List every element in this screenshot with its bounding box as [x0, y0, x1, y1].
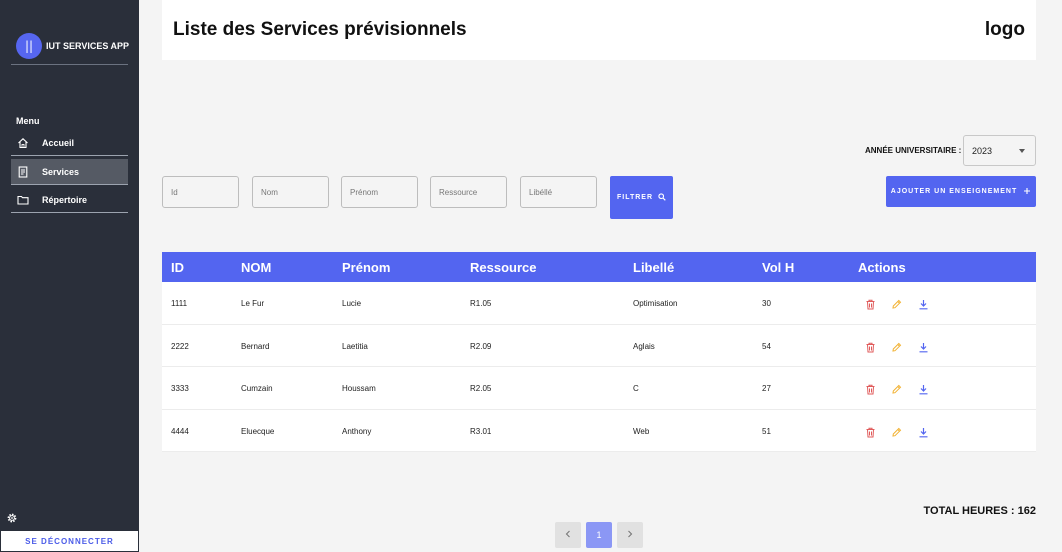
cell-nom: Cumzain — [241, 384, 273, 393]
folder-icon — [17, 194, 29, 206]
cell-nom: Eluecque — [241, 426, 275, 436]
year-label: ANNÉE UNIVERSITAIRE : — [865, 146, 962, 155]
cell-libelle: Web — [633, 426, 650, 436]
cell-vol: 54 — [762, 341, 771, 351]
cell-prenom: Lucie — [342, 299, 362, 308]
cell-ressource: R2.05 — [470, 384, 492, 393]
page-title: Liste des Services prévisionnels — [173, 19, 467, 40]
nom-filter-input[interactable] — [252, 176, 329, 208]
table-row: 3333 Cumzain Houssam R2.05 C 27 — [162, 367, 1036, 410]
pencil-icon[interactable] — [891, 425, 902, 437]
app-name: IUT SERVICES APP — [46, 41, 130, 51]
column-header-libelle: Libellé — [633, 260, 675, 275]
page-header: Liste des Services prévisionnels logo — [162, 0, 1036, 60]
sidebar-item-repertoire[interactable]: Répertoire — [11, 187, 128, 213]
add-course-button[interactable]: AJOUTER UN ENSEIGNEMENT — [886, 176, 1036, 207]
brand-avatar: || — [16, 33, 42, 59]
total-hours: TOTAL HEURES : 162 — [923, 505, 1036, 517]
cell-id: 3333 — [171, 384, 189, 393]
cell-vol: 30 — [762, 299, 771, 308]
cell-ressource: R2.09 — [470, 341, 492, 351]
gear-icon[interactable] — [6, 511, 18, 523]
download-icon[interactable] — [918, 297, 929, 310]
download-icon[interactable] — [918, 425, 929, 437]
table-header: ID NOM Prénom Ressource Libellé Vol H Ac… — [162, 252, 1036, 282]
cell-prenom: Anthony — [342, 426, 372, 436]
trash-icon[interactable] — [865, 297, 876, 310]
sidebar: || IUT SERVICES APP Menu Accueil Service… — [0, 0, 139, 552]
divider — [11, 64, 128, 65]
cell-nom: Le Fur — [241, 299, 265, 308]
sidebar-item-label: Services — [42, 166, 80, 177]
add-button-label: AJOUTER UN ENSEIGNEMENT — [890, 188, 1018, 195]
table-row: 2222 Bernard Laetitia R2.09 Aglais 54 — [162, 324, 1036, 367]
trash-icon[interactable] — [865, 382, 876, 395]
column-header-vol: Vol H — [762, 260, 795, 275]
cell-vol: 51 — [762, 426, 771, 436]
cell-ressource: R3.01 — [470, 426, 492, 436]
cell-id: 2222 — [171, 341, 189, 351]
table-row: 4444 Eluecque Anthony R3.01 Web 51 — [162, 409, 1036, 452]
services-table: ID NOM Prénom Ressource Libellé Vol H Ac… — [162, 252, 1036, 452]
cell-libelle: Aglais — [633, 341, 655, 351]
menu-title: Menu — [16, 116, 40, 126]
cell-libelle: C — [633, 384, 639, 393]
ressource-filter-input[interactable] — [430, 176, 507, 208]
column-header-id: ID — [171, 260, 184, 275]
id-filter-input[interactable] — [162, 176, 239, 208]
column-header-ressource: Ressource — [470, 260, 537, 275]
sidebar-item-services[interactable]: Services — [11, 159, 128, 185]
prev-page-button[interactable] — [555, 522, 581, 548]
trash-icon[interactable] — [865, 425, 876, 437]
plus-icon — [1023, 187, 1031, 197]
pencil-icon[interactable] — [891, 340, 902, 352]
home-icon — [17, 137, 29, 149]
table-row: 1111 Le Fur Lucie R1.05 Optimisation 30 — [162, 282, 1036, 325]
column-header-nom: NOM — [241, 260, 272, 275]
filter-button[interactable]: FILTRER — [610, 176, 673, 219]
search-icon — [658, 192, 666, 203]
chevron-down-icon — [1019, 149, 1025, 153]
column-header-prenom: Prénom — [342, 260, 391, 275]
sidebar-item-accueil[interactable]: Accueil — [11, 130, 128, 156]
pencil-icon[interactable] — [891, 382, 902, 394]
prenom-filter-input[interactable] — [341, 176, 418, 208]
page-button-current[interactable]: 1 — [586, 522, 612, 548]
trash-icon[interactable] — [865, 340, 876, 352]
cell-prenom: Laetitia — [342, 341, 368, 351]
next-page-button[interactable] — [617, 522, 643, 548]
filter-button-label: FILTRER — [616, 194, 654, 201]
cell-id: 4444 — [171, 426, 189, 436]
pencil-icon[interactable] — [891, 297, 902, 309]
cell-libelle: Optimisation — [633, 299, 678, 308]
brand: || IUT SERVICES APP — [16, 33, 129, 59]
chevron-left-icon — [565, 530, 571, 540]
cell-prenom: Houssam — [342, 384, 376, 393]
logo: logo — [984, 19, 1025, 40]
libelle-filter-input[interactable] — [520, 176, 597, 208]
logout-button[interactable]: SE DÉCONNECTER — [0, 530, 139, 552]
year-select[interactable]: 2023 — [963, 135, 1036, 166]
document-icon — [17, 165, 29, 178]
column-header-actions: Actions — [858, 260, 906, 275]
cell-id: 1111 — [171, 299, 188, 308]
sidebar-item-label: Répertoire — [42, 194, 88, 205]
download-icon[interactable] — [918, 382, 929, 395]
download-icon[interactable] — [918, 340, 929, 352]
year-value: 2023 — [972, 145, 993, 156]
sidebar-item-label: Accueil — [42, 137, 75, 148]
cell-ressource: R1.05 — [470, 299, 492, 308]
cell-vol: 27 — [762, 384, 771, 393]
cell-nom: Bernard — [241, 341, 270, 351]
chevron-right-icon — [627, 530, 633, 540]
